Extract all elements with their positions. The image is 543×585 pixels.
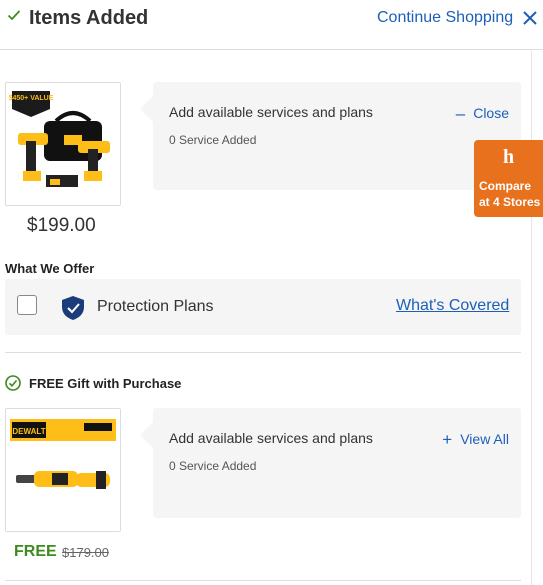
value-badge-text: $450+ VALUE bbox=[9, 95, 54, 102]
services-title: Add available services and plans bbox=[169, 104, 373, 120]
section-divider bbox=[5, 352, 521, 353]
check-icon bbox=[7, 10, 21, 21]
ratchet-image: DEWALT bbox=[6, 409, 120, 531]
compare-line-1: Compare bbox=[479, 179, 532, 193]
product-image-ratchet[interactable]: DEWALT bbox=[5, 408, 121, 532]
close-icon[interactable] bbox=[522, 10, 538, 26]
dewalt-brand-text: DEWALT bbox=[12, 427, 45, 436]
header-divider bbox=[0, 49, 543, 50]
shield-icon bbox=[62, 296, 84, 320]
compare-stores-tab[interactable]: h Compare at 4 Stores bbox=[474, 140, 543, 217]
view-all-label: View All bbox=[460, 431, 509, 447]
compare-line-2: at 4 Stores bbox=[479, 195, 541, 209]
close-services-label: Close bbox=[473, 105, 509, 121]
honey-logo-icon: h bbox=[502, 146, 515, 168]
product-image-drill-kit[interactable]: $450+ VALUE bbox=[5, 82, 121, 206]
what-we-offer-heading: What We Offer bbox=[5, 261, 95, 276]
minus-icon: – bbox=[455, 104, 466, 123]
gift-services-title: Add available services and plans bbox=[169, 430, 373, 446]
protection-plans-label: Protection Plans bbox=[97, 298, 214, 315]
item-price: $199.00 bbox=[27, 215, 96, 236]
panel-edge bbox=[531, 49, 532, 585]
gift-services-count: 0 Service Added bbox=[169, 459, 257, 473]
free-label: FREE bbox=[14, 543, 57, 560]
bottom-divider bbox=[5, 580, 521, 581]
protection-plan-checkbox[interactable] bbox=[17, 295, 37, 315]
gift-services-panel: Add available services and plans 0 Servi… bbox=[140, 408, 521, 518]
close-services-button[interactable]: – Close bbox=[456, 104, 509, 124]
plus-icon: + bbox=[442, 430, 453, 449]
whats-covered-link[interactable]: What's Covered bbox=[396, 297, 509, 315]
continue-shopping-link[interactable]: Continue Shopping bbox=[377, 9, 513, 27]
drill-kit-image: $450+ VALUE bbox=[6, 83, 120, 205]
services-count: 0 Service Added bbox=[169, 133, 257, 147]
view-all-services-button[interactable]: + View All bbox=[442, 430, 509, 450]
page-title: Items Added bbox=[29, 7, 149, 29]
original-price: $179.00 bbox=[62, 545, 109, 560]
check-circle-icon bbox=[5, 375, 21, 391]
free-gift-heading: FREE Gift with Purchase bbox=[29, 376, 182, 391]
services-panel: Add available services and plans 0 Servi… bbox=[140, 82, 521, 190]
